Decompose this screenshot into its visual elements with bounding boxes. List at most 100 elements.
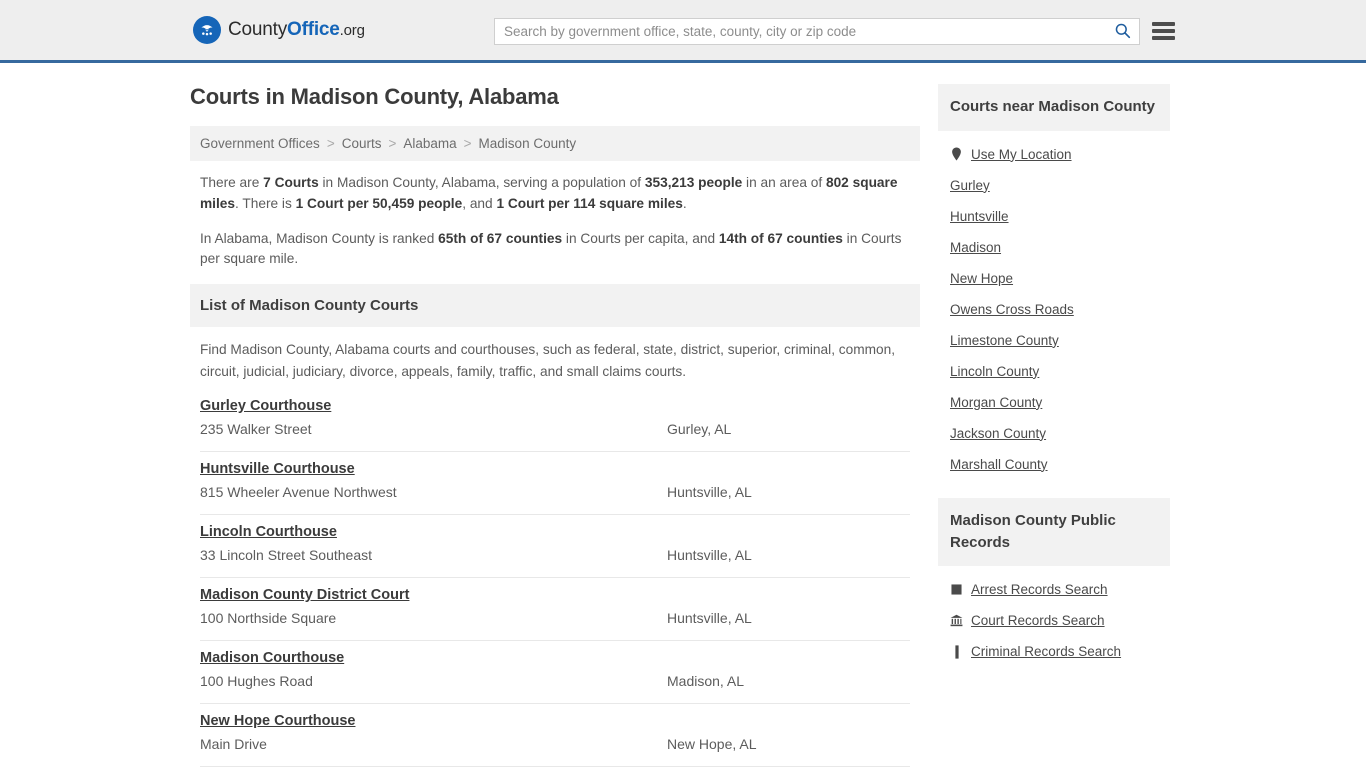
site-logo-text: CountyOffice.org: [228, 19, 365, 41]
breadcrumb-item-alabama[interactable]: Alabama: [403, 136, 456, 151]
stat-text: There are: [200, 175, 264, 190]
breadcrumb-item-government-offices[interactable]: Government Offices: [200, 136, 320, 151]
hamburger-bar: [1152, 22, 1175, 26]
sidebar-nearby-courts: Courts near Madison County Use My Locati…: [938, 84, 1170, 480]
bar-icon: [950, 644, 963, 659]
sidebar-item-label: Arrest Records Search: [971, 582, 1108, 598]
search-button[interactable]: [1105, 19, 1139, 44]
stat-text: , and: [462, 195, 497, 211]
table-row: Lincoln Courthouse 33 Lincoln Street Sou…: [200, 515, 910, 578]
sidebar-item-label: Limestone County: [950, 332, 1059, 348]
sidebar-item-label: Madison: [950, 239, 1002, 255]
sidebar-item-criminal-records-search[interactable]: Criminal Records Search: [938, 636, 1170, 667]
logo-word-office: Office: [287, 19, 340, 40]
breadcrumb-item-madison-county[interactable]: Madison County: [479, 136, 577, 151]
main-content: Courts in Madison County, Alabama Govern…: [190, 84, 920, 767]
page-body: Courts in Madison County, Alabama Govern…: [0, 63, 1366, 767]
table-row: Gurley Courthouse 235 Walker Street Gurl…: [200, 395, 910, 452]
sidebar: Courts near Madison County Use My Locati…: [938, 84, 1170, 685]
sidebar-item-use-my-location[interactable]: Use My Location: [938, 139, 1170, 170]
sidebar-item-label: Morgan County: [950, 394, 1043, 410]
breadcrumb-separator: >: [388, 136, 397, 151]
sidebar-item-label: New Hope: [950, 270, 1014, 286]
breadcrumb-separator: >: [326, 136, 335, 151]
hamburger-bar: [1152, 36, 1175, 40]
sidebar-item-gurley[interactable]: Gurley: [938, 170, 1170, 201]
breadcrumb-separator: >: [463, 136, 472, 151]
section-description: Find Madison County, Alabama courts and …: [200, 342, 896, 379]
court-address: 815 Wheeler Avenue Northwest: [200, 483, 397, 500]
stat-courts-count: 7 Courts: [263, 175, 319, 190]
court-name-link[interactable]: Madison County District Court: [200, 587, 409, 603]
sidebar-item-label: Gurley: [950, 177, 990, 193]
table-row: Madison County District Court 100 Norths…: [200, 578, 910, 641]
stat-text: in an area of: [742, 175, 826, 190]
stat-text: in Courts per capita, and: [562, 230, 719, 246]
eagle-logo-icon: [193, 16, 221, 44]
court-name-link[interactable]: New Hope Courthouse: [200, 713, 355, 729]
stat-per-area: 1 Court per 114 square miles: [496, 195, 683, 211]
court-city: Gurley, AL: [667, 420, 732, 437]
court-city: Madison, AL: [667, 672, 745, 689]
court-list: Gurley Courthouse 235 Walker Street Gurl…: [190, 395, 920, 767]
sidebar-item-arrest-records-search[interactable]: Arrest Records Search: [938, 574, 1170, 605]
sidebar-item-label: Marshall County: [950, 456, 1048, 472]
court-name-link[interactable]: Gurley Courthouse: [200, 398, 331, 414]
court-name-link[interactable]: Madison Courthouse: [200, 650, 344, 666]
court-city: Huntsville, AL: [667, 546, 752, 563]
sidebar-item-new-hope[interactable]: New Hope: [938, 263, 1170, 294]
statistics-paragraph-rank: In Alabama, Madison County is ranked 65t…: [200, 229, 910, 271]
stat-rank-per-area: 14th of 67 counties: [718, 230, 843, 246]
hamburger-menu-icon[interactable]: [1152, 20, 1175, 42]
sidebar-item-label: Lincoln County: [950, 363, 1040, 379]
stat-text: . There is: [235, 195, 296, 211]
county-statistics: There are 7 Courts in Madison County, Al…: [190, 161, 920, 270]
stat-per-people: 1 Court per 50,459 people: [295, 195, 463, 211]
search-icon: [1114, 22, 1131, 42]
court-city: New Hope, AL: [667, 735, 757, 752]
table-row: Madison Courthouse 100 Hughes Road Madis…: [200, 641, 910, 704]
square-badge-icon: [950, 582, 963, 597]
court-city: Huntsville, AL: [667, 609, 752, 626]
stat-text: in Madison County, Alabama, serving a po…: [318, 175, 645, 190]
page-title: Courts in Madison County, Alabama: [190, 84, 559, 109]
sidebar-item-limestone-county[interactable]: Limestone County: [938, 325, 1170, 356]
sidebar-item-label: Use My Location: [971, 146, 1072, 162]
sidebar-item-label: Criminal Records Search: [971, 644, 1122, 660]
sidebar-item-owens-cross-roads[interactable]: Owens Cross Roads: [938, 294, 1170, 325]
court-address: 100 Northside Square: [200, 609, 337, 626]
sidebar-item-marshall-county[interactable]: Marshall County: [938, 449, 1170, 480]
sidebar-item-huntsville[interactable]: Huntsville: [938, 201, 1170, 232]
sidebar-item-jackson-county[interactable]: Jackson County: [938, 418, 1170, 449]
sidebar-heading-public-records: Madison County Public Records: [938, 497, 1170, 567]
sidebar-item-label: Court Records Search: [971, 613, 1105, 629]
breadcrumb-item-courts[interactable]: Courts: [342, 136, 382, 151]
sidebar-records-list: Arrest Records Search Court Records Sear…: [938, 566, 1170, 667]
search-input[interactable]: [495, 19, 1105, 44]
statistics-paragraph-counts: There are 7 Courts in Madison County, Al…: [200, 173, 910, 215]
court-name-link[interactable]: Huntsville Courthouse: [200, 461, 355, 477]
table-row: Huntsville Courthouse 815 Wheeler Avenue…: [200, 452, 910, 515]
sidebar-heading-nearby: Courts near Madison County: [938, 84, 1170, 131]
court-city: Huntsville, AL: [667, 483, 752, 500]
table-row: New Hope Courthouse Main Drive New Hope,…: [200, 704, 910, 767]
sidebar-item-court-records-search[interactable]: Court Records Search: [938, 605, 1170, 636]
sidebar-item-lincoln-county[interactable]: Lincoln County: [938, 356, 1170, 387]
stat-text: .: [682, 195, 687, 211]
section-heading-court-list: List of Madison County Courts: [190, 284, 920, 328]
site-logo[interactable]: CountyOffice.org: [193, 16, 365, 44]
map-pin-icon: [950, 147, 963, 162]
sidebar-public-records: Madison County Public Records Arrest Rec…: [938, 497, 1170, 668]
sidebar-item-madison[interactable]: Madison: [938, 232, 1170, 263]
courthouse-icon: [950, 613, 963, 628]
court-name-link[interactable]: Lincoln Courthouse: [200, 524, 337, 540]
logo-word-org: .org: [339, 22, 365, 39]
sidebar-item-label: Owens Cross Roads: [950, 301, 1074, 317]
sidebar-item-morgan-county[interactable]: Morgan County: [938, 387, 1170, 418]
search-bar: [494, 18, 1140, 45]
sidebar-nearby-list: Use My Location Gurley Huntsville Madiso…: [938, 131, 1170, 480]
stat-population: 353,213 people: [644, 175, 743, 190]
sidebar-item-label: Jackson County: [950, 425, 1047, 441]
stat-text: In Alabama, Madison County is ranked: [200, 230, 439, 246]
court-address: 100 Hughes Road: [200, 672, 313, 689]
